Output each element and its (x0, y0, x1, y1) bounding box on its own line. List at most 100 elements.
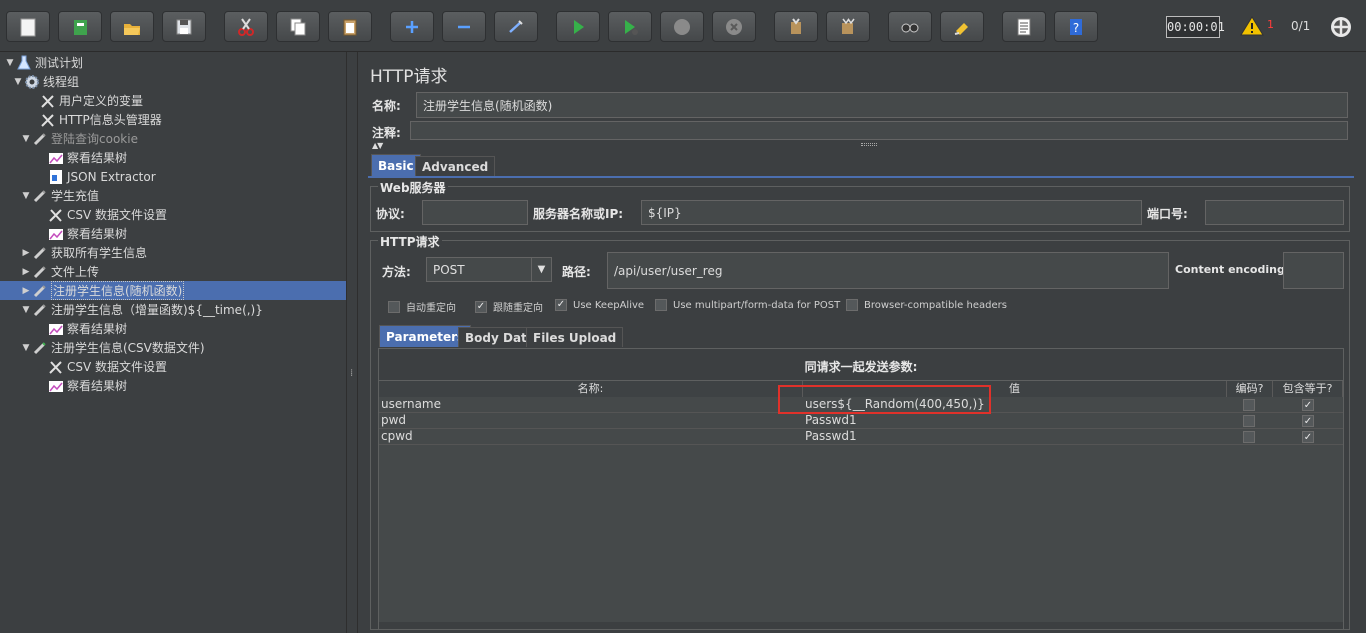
name-field[interactable]: 注册学生信息(随机函数) (416, 92, 1348, 118)
tree-item[interactable]: ▼ 测试计划 (4, 53, 83, 72)
port-field[interactable] (1205, 200, 1344, 225)
path-field[interactable]: /api/user/user_reg (607, 252, 1169, 289)
cut-icon[interactable] (224, 11, 268, 42)
expanded-arrow-icon[interactable]: ▼ (12, 77, 24, 87)
column-header-include-equals[interactable]: 包含等于? (1273, 381, 1343, 397)
collapse-toggle-icon[interactable]: ▲▼ (372, 141, 383, 150)
option-checkbox[interactable]: ✓ 跟随重定向 (475, 299, 543, 314)
start-no-pause-icon[interactable] (608, 11, 652, 42)
clear-icon[interactable] (774, 11, 818, 42)
expanded-arrow-icon[interactable]: ▼ (20, 134, 32, 144)
column-header-encode[interactable]: 编码? (1227, 381, 1273, 397)
tree-item[interactable]: ▶ 获取所有学生信息 (20, 243, 147, 262)
search-icon[interactable] (888, 11, 932, 42)
expanded-arrow-icon[interactable]: ▼ (4, 58, 16, 68)
checkbox-checked-icon[interactable]: ✓ (475, 300, 487, 313)
stop-icon[interactable] (660, 11, 704, 42)
toggle-icon[interactable] (494, 11, 538, 42)
collapse-icon[interactable] (442, 11, 486, 42)
tree-item[interactable]: CSV 数据文件设置 (36, 357, 167, 376)
collapsed-arrow-icon[interactable]: ▶ (20, 248, 32, 258)
tree-item[interactable]: ▼ 注册学生信息(CSV数据文件) (20, 338, 205, 357)
tree-item-label: HTTP信息头管理器 (59, 113, 162, 127)
checkbox-unchecked-icon[interactable] (1243, 415, 1255, 427)
tree-item[interactable]: 察看结果树 (36, 148, 127, 167)
open-icon[interactable] (110, 11, 154, 42)
tree-item-label: 察看结果树 (67, 379, 128, 393)
new-icon[interactable] (6, 11, 50, 42)
option-checkbox[interactable]: Browser-compatible headers (846, 299, 1007, 311)
comment-field[interactable] (410, 121, 1348, 140)
help-icon[interactable]: ? (1054, 11, 1098, 42)
collapsed-arrow-icon[interactable]: ▶ (20, 286, 32, 296)
http-request-panel: HTTP请求 名称: 注册学生信息(随机函数) 注释: ▲▼ Basic Adv… (358, 52, 1366, 633)
tree-item[interactable]: HTTP信息头管理器 (28, 110, 162, 129)
checkbox-checked-icon[interactable]: ✓ (555, 299, 567, 311)
toolbar: ? 00:00:01 1 0/1 (0, 0, 1366, 52)
checkbox-unchecked-icon[interactable] (1243, 399, 1255, 411)
option-label: 自动重定向 (406, 303, 456, 314)
expanded-arrow-icon[interactable]: ▼ (20, 191, 32, 201)
tree-item[interactable]: 用户定义的变量 (28, 91, 143, 110)
option-checkbox[interactable]: Use multipart/form-data for POST (655, 299, 840, 311)
tree-item[interactable]: ▶ 注册学生信息(随机函数) (0, 281, 346, 300)
option-checkbox[interactable]: 自动重定向 (388, 299, 456, 314)
checkbox-checked-icon[interactable]: ✓ (1302, 431, 1314, 443)
save-icon[interactable] (162, 11, 206, 42)
table-row[interactable]: cpwd Passwd1 ✓ (379, 429, 1343, 445)
expanded-arrow-icon[interactable]: ▼ (20, 305, 32, 315)
expanded-arrow-icon[interactable]: ▼ (20, 343, 32, 353)
chevron-down-icon[interactable]: ▼ (531, 258, 551, 281)
collapsed-arrow-icon[interactable]: ▶ (20, 267, 32, 277)
column-header-name[interactable]: 名称: (379, 381, 803, 397)
templates-icon[interactable] (58, 11, 102, 42)
option-checkbox[interactable]: ✓ Use KeepAlive (555, 299, 644, 311)
param-name[interactable]: pwd (379, 413, 803, 429)
remote-icon[interactable] (1329, 15, 1353, 39)
checkbox-unchecked-icon[interactable] (846, 299, 858, 311)
start-icon[interactable] (556, 11, 600, 42)
warning-icon[interactable] (1240, 15, 1264, 37)
tree-item[interactable]: CSV 数据文件设置 (36, 205, 167, 224)
clear-all-icon[interactable] (826, 11, 870, 42)
param-value[interactable]: Passwd1 (803, 413, 1227, 429)
server-label: 服务器名称或IP: (533, 207, 624, 221)
tree-item[interactable]: ▼ 登陆查询cookie (20, 129, 138, 148)
tree-item-label: 注册学生信息(随机函数) (51, 281, 185, 300)
method-select[interactable]: POST ▼ (426, 257, 552, 282)
protocol-field[interactable] (422, 200, 528, 225)
expand-icon[interactable] (390, 11, 434, 42)
checkbox-unchecked-icon[interactable] (388, 300, 400, 313)
checkbox-unchecked-icon[interactable] (1243, 431, 1255, 443)
test-plan-tree: ▼ 测试计划 ▼ 线程组 用户定义的变量 HTTP信息头管理器 ▼ 登陆查询cookie 察看结… (0, 52, 346, 633)
tree-item[interactable]: ▼ 线程组 (12, 72, 79, 91)
checkbox-unchecked-icon[interactable] (655, 299, 667, 311)
content-encoding-field[interactable] (1283, 252, 1344, 289)
param-name[interactable]: cpwd (379, 429, 803, 445)
copy-icon[interactable] (276, 11, 320, 42)
split-pane-divider[interactable]: ⁞ (346, 52, 358, 633)
tree-item[interactable]: 察看结果树 (36, 319, 127, 338)
tree-item[interactable]: ▶ 文件上传 (20, 262, 99, 281)
resize-grip-icon[interactable] (861, 143, 877, 146)
tree-item[interactable]: 察看结果树 (36, 224, 127, 243)
server-field[interactable]: ${IP} (641, 200, 1142, 225)
function-helper-icon[interactable] (1002, 11, 1046, 42)
tree-item[interactable]: 察看结果树 (36, 376, 127, 395)
shutdown-icon[interactable] (712, 11, 756, 42)
pipette-icon (32, 283, 48, 299)
table-row[interactable]: pwd Passwd1 ✓ (379, 413, 1343, 429)
tab-files-upload[interactable]: Files Upload (526, 327, 624, 347)
tab-basic[interactable]: Basic (371, 154, 421, 176)
param-name[interactable]: username (379, 397, 803, 413)
tab-advanced[interactable]: Advanced (415, 156, 496, 176)
paste-icon[interactable] (328, 11, 372, 42)
tree-item[interactable]: JSON Extractor (36, 167, 156, 186)
tree-item[interactable]: ▼ 注册学生信息（增量函数)${__time(,)} (20, 300, 263, 319)
gear-icon (24, 74, 40, 90)
param-value[interactable]: Passwd1 (803, 429, 1227, 445)
checkbox-checked-icon[interactable]: ✓ (1302, 399, 1314, 411)
tree-item[interactable]: ▼ 学生充值 (20, 186, 99, 205)
reset-search-icon[interactable] (940, 11, 984, 42)
checkbox-checked-icon[interactable]: ✓ (1302, 415, 1314, 427)
